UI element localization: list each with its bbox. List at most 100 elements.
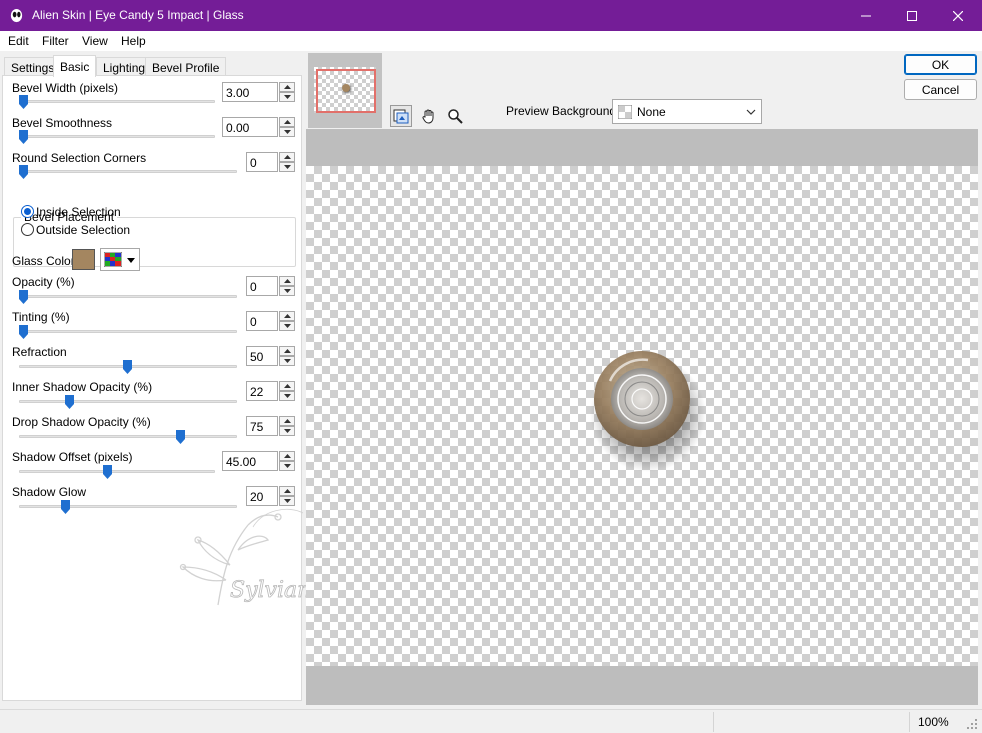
color-palette-button[interactable] [100,248,140,271]
status-cell-empty [713,712,909,732]
shadow-glow-label: Shadow Glow [12,485,87,499]
round-corners-spinner[interactable] [279,152,295,172]
refraction-input[interactable]: 50 [246,346,278,366]
shadow-offset-label: Shadow Offset (pixels) [12,450,133,464]
bevel-width-slider-track[interactable] [19,100,215,103]
drop-shadow-slider-thumb[interactable] [176,430,185,444]
opacity-spinner[interactable] [279,276,295,296]
cancel-button[interactable]: Cancel [904,79,977,100]
navigator-thumbnail[interactable] [308,53,382,128]
tinting-slider-track[interactable] [19,330,237,333]
menu-edit[interactable]: Edit [8,34,29,48]
spin-down-icon[interactable] [279,321,295,331]
spin-up-icon[interactable] [279,346,295,356]
spin-up-icon[interactable] [279,82,295,92]
spin-up-icon[interactable] [279,152,295,162]
drop-shadow-input[interactable]: 75 [246,416,278,436]
bevel-smoothness-spinner[interactable] [279,117,295,137]
close-button[interactable] [935,0,981,31]
bevel-width-input[interactable]: 3.00 [222,82,278,102]
round-corners-input[interactable]: 0 [246,152,278,172]
inner-shadow-slider-track[interactable] [19,400,237,403]
inner-shadow-spinner[interactable] [279,381,295,401]
spin-up-icon[interactable] [279,117,295,127]
shadow-glow-input[interactable]: 20 [246,486,278,506]
minimize-icon [861,15,871,16]
spin-down-icon[interactable] [279,92,295,102]
spin-down-icon[interactable] [279,391,295,401]
outside-selection-radio[interactable] [21,223,34,236]
tab-lighting[interactable]: Lighting [96,57,153,76]
outside-selection-label[interactable]: Outside Selection [36,223,130,237]
color-grid-icon [104,252,122,267]
bevel-smoothness-slider-thumb[interactable] [19,130,28,144]
opacity-slider-thumb[interactable] [19,290,28,304]
drop-shadow-label: Drop Shadow Opacity (%) [12,415,151,429]
tinting-input[interactable]: 0 [246,311,278,331]
spin-up-icon[interactable] [279,486,295,496]
menu-view[interactable]: View [82,34,108,48]
spin-up-icon[interactable] [279,416,295,426]
shadow-offset-slider-track[interactable] [19,470,215,473]
preview-background-select[interactable]: None [612,99,762,124]
shadow-offset-spinner[interactable] [279,451,295,471]
inside-selection-radio[interactable] [21,205,34,218]
ok-button[interactable]: OK [904,54,977,75]
menu-filter[interactable]: Filter [42,34,69,48]
shadow-glow-slider-thumb[interactable] [61,500,70,514]
inner-shadow-slider-thumb[interactable] [65,395,74,409]
hand-icon [422,109,434,124]
bevel-width-spinner[interactable] [279,82,295,102]
preview-area[interactable] [306,129,978,705]
spin-up-icon[interactable] [279,311,295,321]
shadow-offset-input[interactable]: 45.00 [222,451,278,471]
minimize-button[interactable] [843,0,889,31]
round-corners-slider-track[interactable] [19,170,237,173]
spin-down-icon[interactable] [279,356,295,366]
refraction-spinner[interactable] [279,346,295,366]
tinting-slider-thumb[interactable] [19,325,28,339]
spin-down-icon[interactable] [279,286,295,296]
bevel-width-slider-thumb[interactable] [19,95,28,109]
zoom-level-cell: 100% [909,712,959,732]
shadow-offset-slider-thumb[interactable] [103,465,112,479]
shadow-glow-spinner[interactable] [279,486,295,506]
chevron-down-icon [746,109,756,115]
preview-compare-icon [393,109,409,124]
glass-color-swatch[interactable] [72,249,95,270]
status-bar: 100% [0,709,982,733]
spin-down-icon[interactable] [279,426,295,436]
spin-down-icon[interactable] [279,127,295,137]
spin-up-icon[interactable] [279,276,295,286]
spin-down-icon[interactable] [279,461,295,471]
resize-grip-icon[interactable] [966,718,978,730]
opacity-input[interactable]: 0 [246,276,278,296]
spin-up-icon[interactable] [279,451,295,461]
navigator-viewport-rect[interactable] [316,69,376,113]
tinting-spinner[interactable] [279,311,295,331]
menu-help[interactable]: Help [121,34,146,48]
spin-up-icon[interactable] [279,381,295,391]
maximize-button[interactable] [889,0,935,31]
zoom-level-text: 100% [918,715,949,729]
drop-shadow-slider-track[interactable] [19,435,237,438]
preview-background-label: Preview Background: [506,104,620,118]
tinting-label: Tinting (%) [12,310,70,324]
menu-bar: Edit Filter View Help [0,31,982,51]
zoom-tool-button[interactable] [444,105,466,127]
bevel-smoothness-input[interactable]: 0.00 [222,117,278,137]
round-corners-slider-thumb[interactable] [19,165,28,179]
opacity-slider-track[interactable] [19,295,237,298]
tab-bevel-profile[interactable]: Bevel Profile [145,57,227,76]
hand-tool-button[interactable] [418,105,440,127]
refraction-slider-thumb[interactable] [123,360,132,374]
inside-selection-label[interactable]: Inside Selection [36,205,121,219]
bevel-smoothness-slider-track[interactable] [19,135,215,138]
opacity-label: Opacity (%) [12,275,75,289]
inner-shadow-input[interactable]: 22 [246,381,278,401]
preview-toggle-button[interactable] [390,105,412,127]
inner-shadow-label: Inner Shadow Opacity (%) [12,380,153,394]
drop-shadow-spinner[interactable] [279,416,295,436]
spin-down-icon[interactable] [279,162,295,172]
tab-basic[interactable]: Basic [53,55,97,77]
